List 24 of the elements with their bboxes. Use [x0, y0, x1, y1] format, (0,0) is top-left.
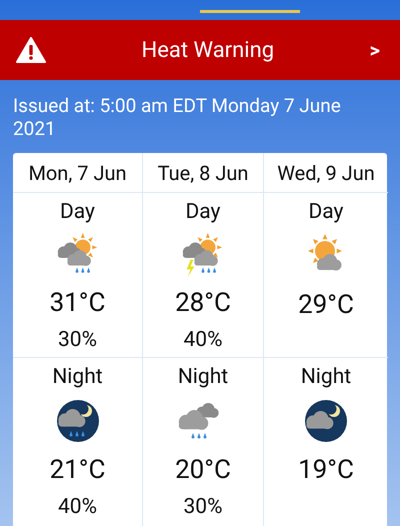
rain-chance: 40% — [58, 494, 97, 521]
period-label: Night — [300, 364, 352, 391]
date-header: Wed, 9 Jun — [277, 160, 375, 186]
date-header: Tue, 8 Jun — [158, 160, 248, 186]
period-label: Day — [186, 199, 220, 226]
warning-icon — [16, 37, 46, 63]
period-label: Night — [52, 364, 103, 391]
warning-title: Heat Warning — [140, 36, 276, 64]
issued-text: Issued at: 5:00 am EDT Monday 7 June 2021 — [12, 93, 342, 142]
chevron-icon: > — [370, 35, 384, 65]
period-label: Day — [308, 199, 344, 226]
temperature: 31°C — [50, 287, 106, 320]
temperature: 19°C — [298, 454, 354, 487]
warning-banner[interactable]: Heat Warning > — [0, 20, 400, 80]
temperature: 20°C — [175, 454, 231, 487]
temperature: 29°C — [298, 289, 354, 322]
rain-chance: 40% — [184, 327, 222, 354]
period-label: Night — [178, 364, 228, 391]
temperature: 28°C — [175, 287, 231, 320]
temperature: 21°C — [50, 454, 106, 487]
date-header: Mon, 7 Jun — [28, 160, 127, 186]
rain-chance: 30% — [184, 494, 222, 521]
rain-chance: 30% — [58, 327, 97, 354]
period-label: Day — [60, 199, 95, 226]
